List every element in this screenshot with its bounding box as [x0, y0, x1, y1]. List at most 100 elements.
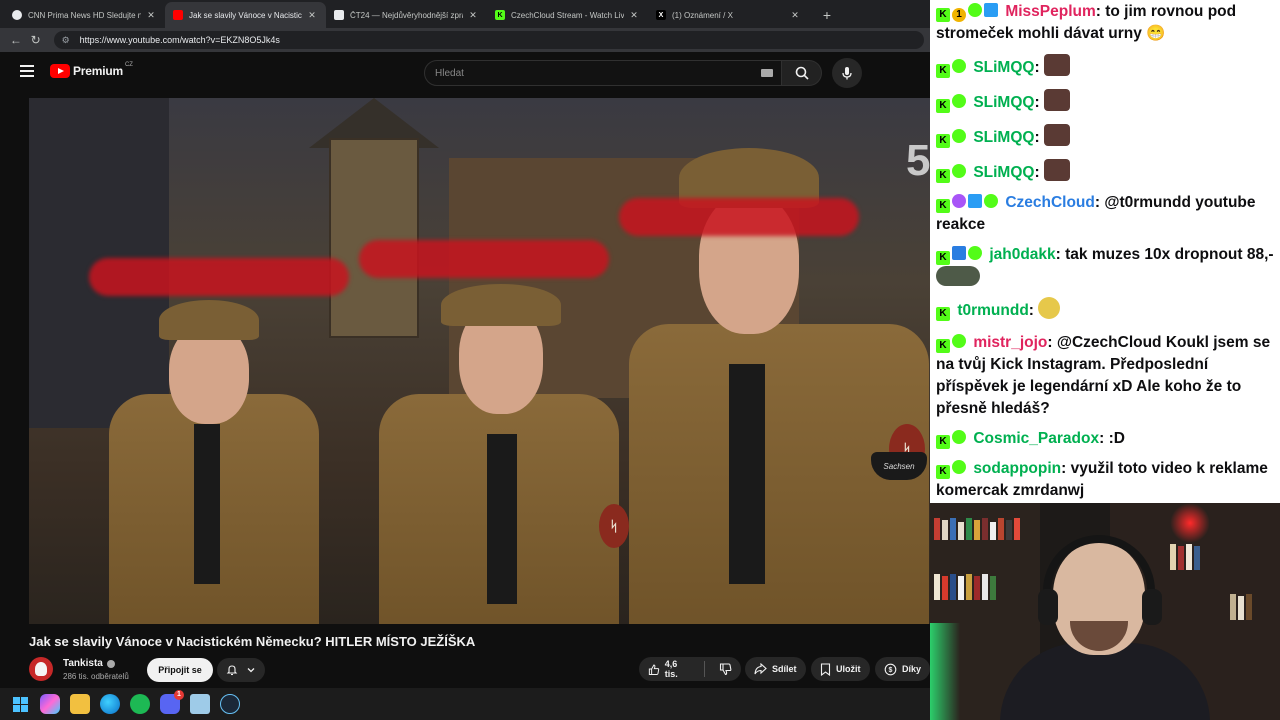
- tab-ct24[interactable]: ČT24 — Nejdůvěryhodnější zprav ✕: [326, 2, 487, 28]
- chat-message: K sodappopin: využil toto video k reklam…: [936, 460, 1268, 499]
- channel-row: Tankista 286 tis. odběratelů Připojit se…: [29, 656, 931, 686]
- emote-image: [1043, 159, 1070, 181]
- bell-icon: [226, 665, 238, 676]
- book: [990, 522, 996, 540]
- cube-badge-icon: [984, 3, 998, 17]
- chat-username[interactable]: sodappopin: [973, 460, 1061, 477]
- video-player[interactable]: ᛋ ᛋ Sachsen 5: [29, 98, 930, 624]
- voice-search-button[interactable]: [832, 58, 862, 88]
- kick-favicon-icon: K: [495, 10, 505, 20]
- headphone-right-cup: [1142, 589, 1162, 625]
- kick-badge-icon: K: [936, 251, 950, 265]
- chat-username[interactable]: jah0dakk: [989, 246, 1055, 263]
- subscriber-count: 286 tis. odběratelů: [63, 672, 129, 681]
- youtube-logo[interactable]: Premium CZ: [50, 62, 133, 78]
- microphone-icon: [842, 67, 852, 80]
- tab-cnn-prima[interactable]: CNN Prima News HD Sledujte na S ✕: [4, 2, 165, 28]
- discord-icon[interactable]: 1: [160, 690, 184, 714]
- channel-name-text: Tankista: [63, 658, 103, 669]
- ct24-favicon-icon: [334, 10, 344, 20]
- windows-start-icon[interactable]: [10, 694, 30, 714]
- discord-badge: 1: [174, 690, 184, 700]
- emote-image: [936, 266, 980, 286]
- dislike-button[interactable]: [710, 657, 741, 681]
- chat-username[interactable]: SLiMQQ: [973, 94, 1034, 111]
- tab-title: Jak se slavily Vánoce v Nacistickém: [189, 10, 302, 20]
- red-censor-stroke: [89, 258, 349, 296]
- book: [1194, 546, 1200, 570]
- gift-badge-icon: [968, 246, 982, 260]
- chat-username[interactable]: MissPeplum: [1005, 3, 1095, 20]
- chat-username[interactable]: t0rmundd: [957, 302, 1028, 319]
- chat-username[interactable]: mistr_jojo: [973, 334, 1047, 351]
- book: [1238, 596, 1244, 620]
- search-button[interactable]: [782, 60, 822, 86]
- browser-window: CNN Prima News HD Sledujte na S ✕ Jak se…: [0, 0, 931, 720]
- chat-message: K Cosmic_Paradox: :D: [934, 428, 1276, 450]
- spotify-icon[interactable]: [130, 694, 150, 714]
- tab-czechcloud-kick[interactable]: K CzechCloud Stream - Watch Live o ✕: [487, 2, 648, 28]
- overlay-number: 5: [906, 136, 930, 185]
- address-bar[interactable]: ⚙ https://www.youtube.com/watch?v=EKZN8O…: [53, 31, 924, 49]
- chat-username[interactable]: SLiMQQ: [973, 129, 1034, 146]
- gift-badge-icon: [952, 164, 966, 178]
- thanks-button[interactable]: $ Díky: [875, 657, 931, 681]
- headphone-left-cup: [1038, 589, 1058, 625]
- close-tab-icon[interactable]: ✕: [467, 10, 479, 21]
- new-tab-button[interactable]: +: [815, 2, 839, 28]
- close-tab-icon[interactable]: ✕: [145, 10, 157, 21]
- tab-strip: CNN Prima News HD Sledujte na S ✕ Jak se…: [0, 0, 930, 28]
- close-tab-icon[interactable]: ✕: [628, 10, 640, 21]
- keyboard-icon[interactable]: [761, 69, 773, 77]
- search-placeholder: Hledat: [435, 67, 464, 79]
- kick-badge-icon: K: [936, 307, 950, 321]
- sleeve-rune-badge: ᛋ: [599, 504, 629, 548]
- red-censor-stroke: [619, 198, 859, 236]
- gift-badge-icon: [952, 94, 966, 108]
- copilot-icon[interactable]: [40, 694, 60, 714]
- channel-avatar[interactable]: [29, 657, 53, 681]
- chat-username[interactable]: Cosmic_Paradox: [973, 430, 1099, 447]
- book: [1186, 544, 1192, 570]
- premium-label: Premium: [73, 64, 123, 78]
- chat-username[interactable]: SLiMQQ: [973, 59, 1034, 76]
- steam-icon[interactable]: [220, 694, 240, 714]
- notifications-button[interactable]: [217, 658, 265, 682]
- file-explorer-icon[interactable]: [70, 694, 90, 714]
- kick-chat-panel: K1 MissPeplum: to jim rovnou pod stromeč…: [930, 0, 1280, 503]
- close-tab-icon[interactable]: ✕: [789, 10, 801, 21]
- book: [1006, 520, 1012, 540]
- edge-browser-icon[interactable]: [100, 694, 120, 714]
- menu-icon[interactable]: [20, 65, 34, 77]
- search-icon: [795, 66, 809, 80]
- cnn-favicon-icon: [12, 10, 22, 20]
- share-label: Sdílet: [772, 664, 797, 674]
- gift-badge-icon: [952, 129, 966, 143]
- like-button[interactable]: 4,6 tis.: [639, 657, 699, 681]
- book: [982, 574, 988, 600]
- share-button[interactable]: Sdílet: [745, 657, 806, 681]
- chat-message: K SLiMQQ:: [934, 124, 1276, 149]
- save-button[interactable]: Uložit: [811, 657, 870, 681]
- notepad-icon[interactable]: [190, 694, 210, 714]
- youtube-play-icon: [50, 64, 70, 78]
- gift-badge-icon: [968, 3, 982, 17]
- thumbs-down-icon: [719, 662, 732, 675]
- verified-badge-icon: [984, 194, 998, 208]
- tab-title: CzechCloud Stream - Watch Live o: [511, 10, 624, 20]
- subscriber-badge-icon: 1: [952, 8, 966, 22]
- kick-badge-icon: K: [936, 99, 950, 113]
- chat-username[interactable]: CzechCloud: [1005, 194, 1095, 211]
- chat-username[interactable]: SLiMQQ: [973, 164, 1034, 181]
- channel-name[interactable]: Tankista: [63, 658, 115, 669]
- tab-x[interactable]: X (1) Oznámení / X ✕: [648, 2, 809, 28]
- join-button[interactable]: Připojit se: [147, 658, 213, 682]
- book: [958, 522, 964, 540]
- close-tab-icon[interactable]: ✕: [306, 10, 318, 21]
- tab-youtube[interactable]: Jak se slavily Vánoce v Nacistickém ✕: [165, 2, 326, 28]
- search-input[interactable]: Hledat: [424, 60, 782, 86]
- back-arrow-icon[interactable]: ←: [6, 30, 26, 50]
- book: [1178, 546, 1184, 570]
- reload-icon[interactable]: ↻: [26, 30, 46, 50]
- site-info-icon[interactable]: ⚙: [62, 35, 72, 45]
